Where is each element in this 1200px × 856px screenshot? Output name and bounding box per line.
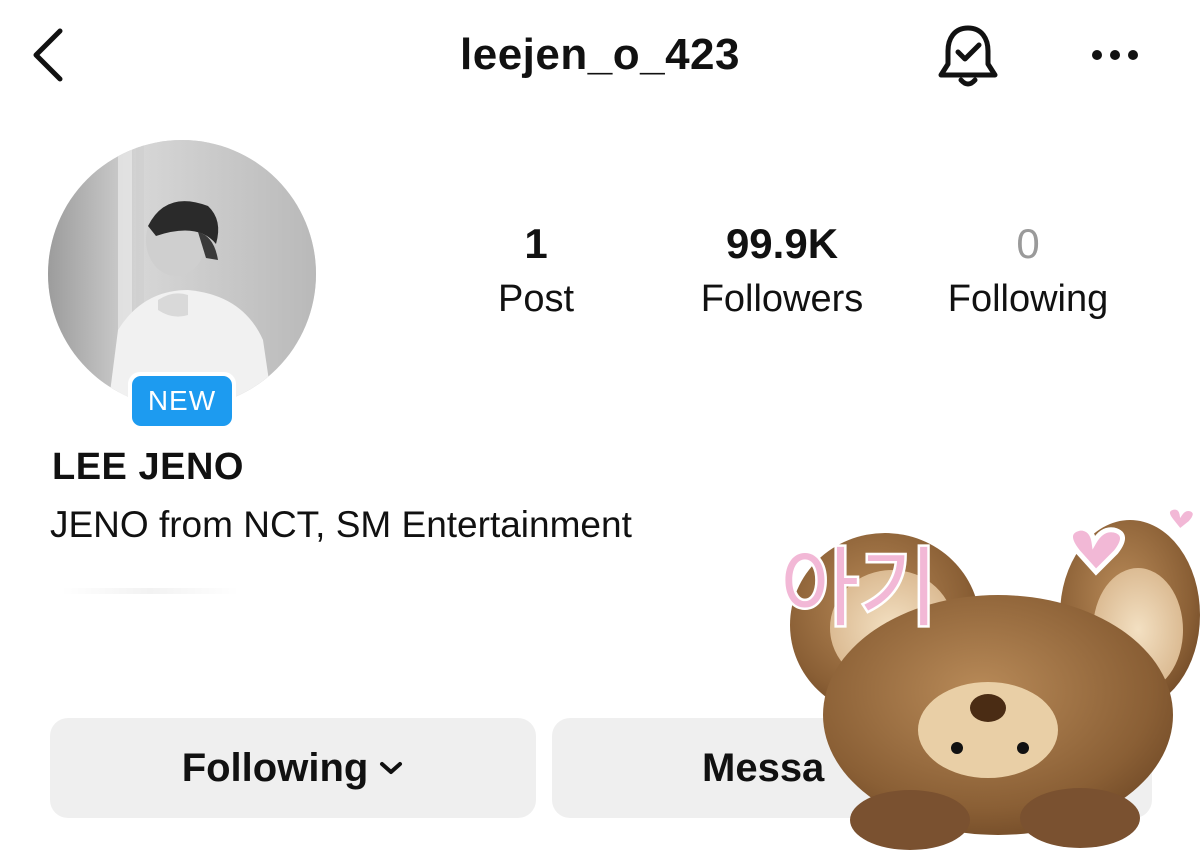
notifications-button[interactable] [930,18,1006,94]
stat-following-value: 0 [1016,220,1040,267]
profile-avatar[interactable] [48,140,316,408]
profile-display-name: LEE JENO [52,446,244,488]
stat-followers-label: Followers [700,278,864,320]
stat-followers-value: 99.9K [725,220,839,267]
new-badge: NEW [128,372,236,430]
following-button[interactable]: Following [50,718,536,818]
chevron-down-icon [378,760,404,776]
profile-bio: JENO from NCT, SM Entertainment [50,504,632,545]
stat-followers[interactable]: 99.9K Followers [682,220,882,324]
profile-username: leejen_o_423 [460,30,740,79]
avatar-photo [48,140,316,408]
stat-posts-label: Post [497,278,575,320]
teddy-bear-sticker: 아기 [778,506,1200,850]
more-options-button[interactable] [1084,24,1146,86]
stat-posts[interactable]: 1 Post [470,220,602,324]
bell-check-icon [938,25,998,87]
following-button-label: Following [181,745,369,790]
stat-posts-value: 1 [524,220,548,267]
sticker-text: 아기 [780,539,938,639]
stat-following-label: Following [947,278,1109,320]
more-horizontal-icon [1092,50,1138,60]
stat-following[interactable]: 0 Following [928,220,1128,324]
faint-bio-line [60,588,240,594]
new-badge-label: NEW [132,376,232,426]
top-bar: leejen_o_423 [0,0,1200,110]
